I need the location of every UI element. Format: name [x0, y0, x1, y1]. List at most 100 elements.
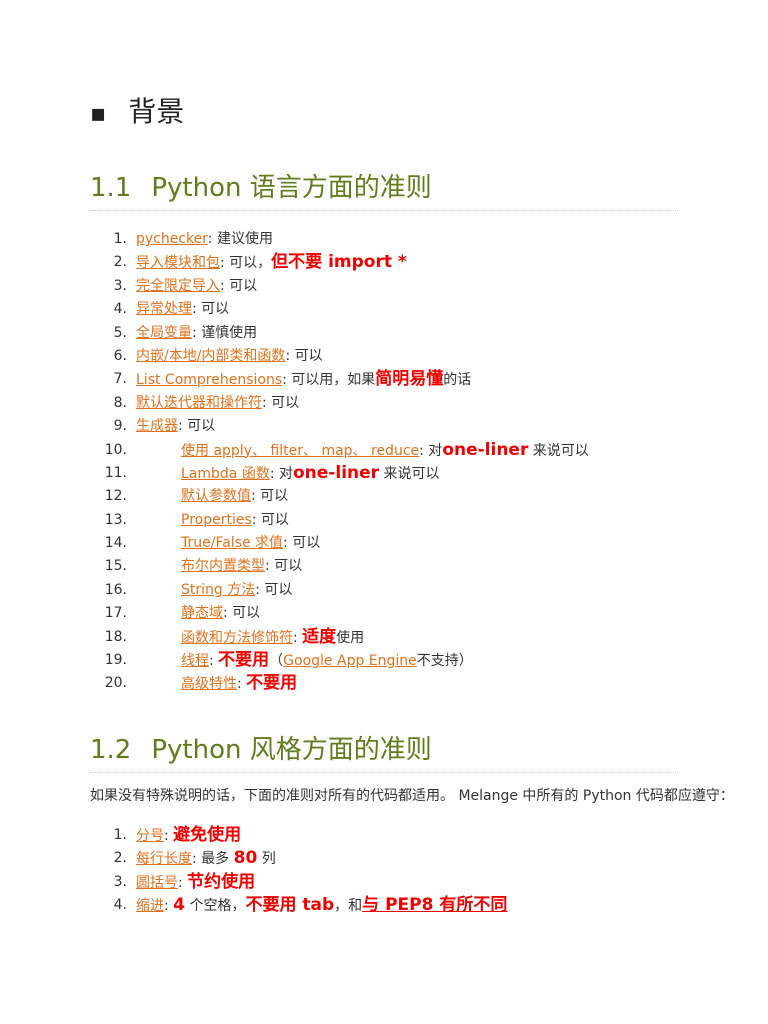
title-bullet-icon: ▪ — [90, 99, 107, 127]
item-number: 10. — [104, 441, 127, 458]
pep8-note-link[interactable]: 与 PEP8 有所不同 — [362, 895, 507, 915]
item-number: 2. — [113, 850, 127, 867]
section-heading-1-2: 1.2 Python 风格方面的准则 — [90, 732, 678, 773]
guideline-link[interactable]: Properties — [181, 512, 252, 528]
guideline-link[interactable]: 生成器 — [136, 418, 178, 434]
item-text: 的话 — [443, 372, 472, 389]
item-text: : 可以 — [265, 558, 303, 575]
item-text: : 最多 — [192, 851, 234, 868]
item-number: 17. — [104, 605, 127, 622]
guideline-link[interactable]: 默认参数值 — [181, 488, 251, 504]
emphasis-text: one-liner — [442, 439, 529, 460]
item-text: : — [178, 874, 188, 891]
item-number: 14. — [104, 535, 127, 552]
item-text: : 可以 — [262, 394, 300, 411]
item-text: （ — [269, 653, 284, 670]
guideline-link[interactable]: 每行长度 — [136, 851, 192, 867]
guideline-link[interactable]: 静态域 — [181, 605, 223, 621]
emphasis-text: 节约使用 — [187, 871, 256, 892]
item-text: : 对 — [269, 465, 293, 482]
item-number: 4. — [113, 897, 127, 914]
emphasis-text: 不要用 tab — [245, 895, 335, 916]
item-text: ，和 — [334, 898, 363, 915]
item-number: 20. — [104, 675, 127, 692]
emphasis-text: 80 — [233, 848, 258, 869]
guideline-link[interactable]: 高级特性 — [181, 676, 237, 692]
item-text: 使用 — [336, 629, 365, 646]
emphasis-text: 不要用 — [246, 673, 298, 694]
item-text: : — [164, 828, 174, 844]
guideline-link[interactable]: pychecker — [136, 231, 208, 247]
emphasis-text: 但不要 import * — [271, 252, 407, 273]
item-text: : 可以 — [251, 488, 289, 505]
emphasis-text: 避免使用 — [173, 825, 242, 845]
item-text: : 可以 — [251, 511, 289, 528]
guideline-link[interactable]: Lambda 函数 — [181, 466, 270, 482]
emphasis-text: 简明易懂 — [375, 369, 444, 390]
google-app-engine-link[interactable]: Google App Engine — [283, 653, 417, 669]
guideline-link[interactable]: 分号 — [136, 828, 164, 844]
item-text: 来说可以 — [379, 465, 440, 482]
section-number: 1.1 — [90, 173, 132, 203]
item-text: 不支持） — [416, 653, 473, 670]
item-number: 3. — [113, 277, 127, 294]
item-text: 来说可以 — [528, 442, 589, 459]
item-text: : 可以 — [285, 347, 323, 364]
guideline-link[interactable]: 全局变量 — [136, 325, 192, 341]
item-text: : 可以， — [220, 255, 272, 272]
item-number: 7. — [113, 371, 127, 388]
item-number: 18. — [104, 628, 127, 645]
item-number: 2. — [113, 254, 127, 271]
guideline-link[interactable]: 线程 — [181, 653, 209, 669]
item-number: 15. — [104, 558, 127, 575]
item-text: 个空格， — [185, 898, 246, 915]
item-number: 9. — [113, 418, 127, 435]
item-text: : 建议使用 — [207, 231, 273, 247]
guideline-link[interactable]: String 方法 — [181, 582, 255, 598]
guideline-link[interactable]: 圆括号 — [136, 875, 178, 891]
item-number: 5. — [113, 324, 127, 341]
item-number: 4. — [113, 301, 127, 318]
item-number: 3. — [113, 873, 127, 890]
guideline-link[interactable]: List Comprehensions — [136, 372, 282, 388]
guideline-link[interactable]: 布尔内置类型 — [181, 558, 265, 574]
item-text: : 可以 — [178, 418, 216, 435]
item-text: : 对 — [419, 442, 443, 459]
item-number: 1. — [113, 231, 127, 247]
guideline-link[interactable]: 函数和方法修饰符 — [181, 630, 293, 646]
item-number: 11. — [104, 464, 127, 481]
guideline-link[interactable]: 默认迭代器和操作符 — [136, 395, 262, 411]
item-text: : 可以用，如果 — [282, 372, 376, 389]
item-text: : — [237, 676, 247, 693]
guideline-link[interactable]: 内嵌/本地/内部类和函数 — [136, 348, 285, 364]
section-number: 1.2 — [90, 735, 132, 765]
section-heading-1-1: 1.1 Python 语言方面的准则 — [90, 170, 678, 211]
item-text: : 谨慎使用 — [192, 324, 258, 341]
item-text: : 可以 — [255, 581, 293, 598]
guideline-link[interactable]: 异常处理 — [136, 301, 192, 317]
item-number: 13. — [104, 511, 127, 528]
section-title: Python 语言方面的准则 — [151, 173, 432, 203]
item-number: 8. — [113, 394, 127, 411]
guideline-link[interactable]: 完全限定导入 — [136, 278, 220, 294]
item-text: : — [164, 898, 174, 915]
section-intro-paragraph: 如果没有特殊说明的话，下面的准则对所有的代码都适用。 Melange 中所有的 … — [90, 788, 734, 804]
guideline-link[interactable]: 使用 apply、 filter、 map、 reduce — [181, 443, 419, 459]
item-text: 列 — [257, 851, 276, 868]
item-number: 16. — [104, 581, 127, 598]
item-text: : 可以 — [223, 605, 261, 622]
emphasis-text: 不要用 — [218, 650, 270, 671]
guideline-link[interactable]: True/False 求值 — [181, 535, 283, 551]
guideline-link[interactable]: 导入模块和包 — [136, 255, 220, 271]
section-title: Python 风格方面的准则 — [151, 735, 432, 765]
item-text: : 可以 — [283, 535, 321, 552]
emphasis-text: 适度 — [302, 626, 337, 647]
item-number: 19. — [104, 652, 127, 669]
item-text: : — [209, 653, 219, 670]
emphasis-text: one-liner — [293, 462, 380, 483]
page-title: ▪ 背景 — [90, 94, 184, 131]
page-title-text: 背景 — [128, 95, 185, 128]
guideline-link[interactable]: 缩进 — [136, 898, 164, 914]
item-text: : — [293, 629, 303, 646]
item-number: 12. — [104, 488, 127, 505]
